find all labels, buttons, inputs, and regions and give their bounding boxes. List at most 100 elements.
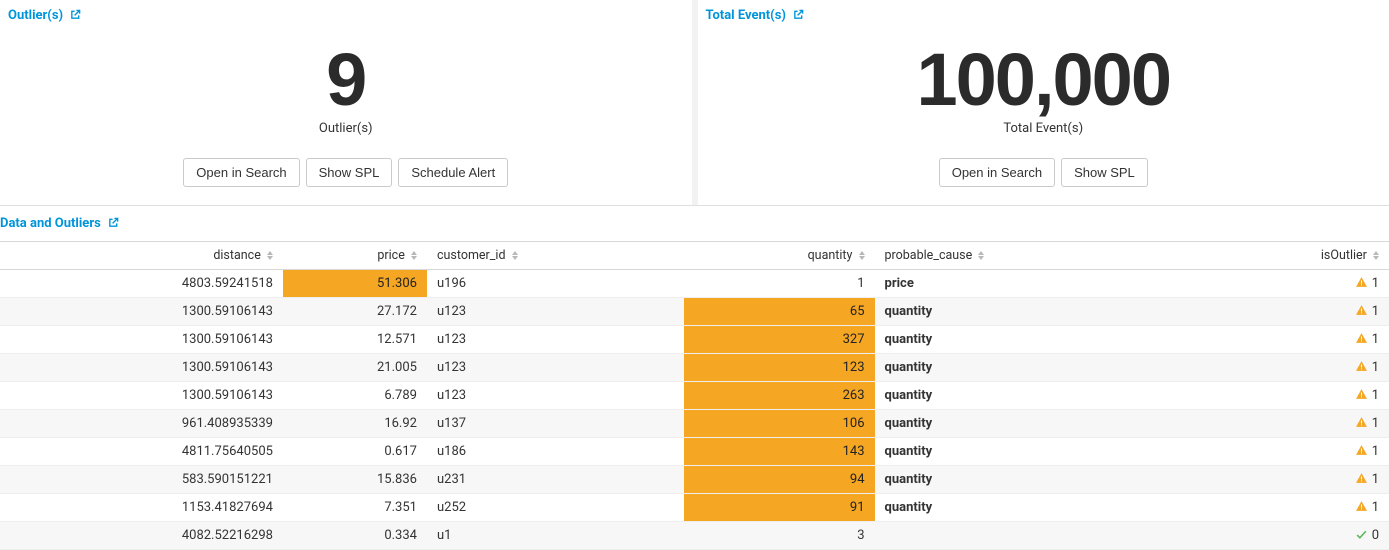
outliers-button-row: Open in Search Show SPL Schedule Alert (8, 158, 684, 187)
table-row[interactable]: 4803.5924151851.306u1961price1 (0, 270, 1389, 298)
outliers-single-value: 9 Outlier(s) Open in Search Show SPL Sch… (8, 43, 684, 187)
cell-distance: 1153.41827694 (0, 494, 283, 522)
cell-distance: 1300.59106143 (0, 326, 283, 354)
column-header-quantity[interactable]: quantity (684, 242, 874, 270)
table-row[interactable]: 961.40893533916.92u137106quantity1 (0, 410, 1389, 438)
external-link-icon[interactable] (70, 8, 81, 23)
events-button-row: Open in Search Show SPL (706, 158, 1382, 187)
cell-is-outlier: 1 (1183, 270, 1389, 298)
cell-price: 0.617 (283, 438, 427, 466)
cell-quantity: 143 (684, 438, 874, 466)
table-row[interactable]: 1153.418276947.351u25291quantity1 (0, 494, 1389, 522)
cell-is-outlier: 0 (1183, 522, 1389, 550)
column-header-probable-cause[interactable]: probable_cause (875, 242, 1184, 270)
cell-customer-id: u231 (427, 466, 684, 494)
cell-probable-cause: quantity (875, 298, 1184, 326)
warning-icon (1355, 444, 1372, 459)
events-panel-title[interactable]: Total Event(s) (706, 8, 1382, 23)
column-header-is-outlier[interactable]: isOutlier (1183, 242, 1389, 270)
events-title-text: Total Event(s) (706, 8, 786, 23)
show-spl-button[interactable]: Show SPL (1061, 158, 1148, 187)
cell-probable-cause: quantity (875, 326, 1184, 354)
sort-icon[interactable] (1373, 251, 1379, 260)
events-single-value: 100,000 Total Event(s) Open in Search Sh… (706, 43, 1382, 187)
cell-customer-id: u123 (427, 298, 684, 326)
summary-panels: Outlier(s) 9 Outlier(s) Open in Search S… (0, 0, 1389, 206)
cell-customer-id: u137 (427, 410, 684, 438)
outliers-caption: Outlier(s) (8, 121, 684, 136)
sort-icon[interactable] (411, 251, 417, 260)
cell-price: 0.334 (283, 522, 427, 550)
external-link-icon[interactable] (793, 8, 804, 23)
warning-icon (1355, 276, 1372, 291)
table-row[interactable]: 4811.756405050.617u186143quantity1 (0, 438, 1389, 466)
column-label: price (377, 248, 404, 263)
sort-icon[interactable] (859, 251, 865, 260)
cell-price: 15.836 (283, 466, 427, 494)
total-events-panel: Total Event(s) 100,000 Total Event(s) Op… (698, 0, 1389, 205)
warning-icon (1355, 416, 1372, 431)
open-in-search-button[interactable]: Open in Search (183, 158, 299, 187)
cell-probable-cause: quantity (875, 494, 1184, 522)
check-icon (1355, 528, 1372, 543)
sort-icon[interactable] (267, 251, 273, 260)
open-in-search-button[interactable]: Open in Search (939, 158, 1055, 187)
table-row[interactable]: 1300.5910614327.172u12365quantity1 (0, 298, 1389, 326)
outliers-count: 9 (8, 43, 684, 117)
events-count: 100,000 (706, 43, 1382, 117)
show-spl-button[interactable]: Show SPL (306, 158, 393, 187)
outliers-title-text: Outlier(s) (8, 8, 63, 23)
cell-is-outlier: 1 (1183, 466, 1389, 494)
table-row[interactable]: 583.59015122115.836u23194quantity1 (0, 466, 1389, 494)
sort-icon[interactable] (512, 251, 518, 260)
outliers-table: distance price customer_id quantity prob… (0, 241, 1389, 550)
cell-customer-id: u196 (427, 270, 684, 298)
outliers-panel-title[interactable]: Outlier(s) (8, 8, 684, 23)
warning-icon (1355, 360, 1372, 375)
cell-probable-cause: quantity (875, 354, 1184, 382)
column-header-price[interactable]: price (283, 242, 427, 270)
sort-icon[interactable] (978, 251, 984, 260)
table-row[interactable]: 4082.522162980.334u13 0 (0, 522, 1389, 550)
cell-distance: 4811.75640505 (0, 438, 283, 466)
table-row[interactable]: 1300.5910614321.005u123123quantity1 (0, 354, 1389, 382)
cell-probable-cause (875, 522, 1184, 550)
column-header-distance[interactable]: distance (0, 242, 283, 270)
cell-price: 7.351 (283, 494, 427, 522)
table-row[interactable]: 1300.591061436.789u123263quantity1 (0, 382, 1389, 410)
table-row[interactable]: 1300.5910614312.571u123327quantity1 (0, 326, 1389, 354)
cell-probable-cause: quantity (875, 410, 1184, 438)
cell-quantity: 106 (684, 410, 874, 438)
cell-quantity: 1 (684, 270, 874, 298)
cell-is-outlier: 1 (1183, 438, 1389, 466)
schedule-alert-button[interactable]: Schedule Alert (398, 158, 508, 187)
cell-is-outlier: 1 (1183, 494, 1389, 522)
cell-distance: 1300.59106143 (0, 354, 283, 382)
table-section-title[interactable]: Data and Outliers (0, 216, 119, 231)
cell-customer-id: u123 (427, 326, 684, 354)
table-header-row: distance price customer_id quantity prob… (0, 242, 1389, 270)
cell-distance: 583.590151221 (0, 466, 283, 494)
cell-price: 21.005 (283, 354, 427, 382)
cell-distance: 4082.52216298 (0, 522, 283, 550)
cell-distance: 961.408935339 (0, 410, 283, 438)
external-link-icon[interactable] (108, 216, 119, 231)
cell-is-outlier: 1 (1183, 298, 1389, 326)
table-body: 4803.5924151851.306u1961price11300.59106… (0, 270, 1389, 550)
outliers-panel: Outlier(s) 9 Outlier(s) Open in Search S… (0, 0, 698, 205)
cell-probable-cause: quantity (875, 438, 1184, 466)
warning-icon (1355, 332, 1372, 347)
cell-customer-id: u186 (427, 438, 684, 466)
cell-quantity: 3 (684, 522, 874, 550)
cell-customer-id: u1 (427, 522, 684, 550)
cell-quantity: 263 (684, 382, 874, 410)
cell-customer-id: u123 (427, 382, 684, 410)
warning-icon (1355, 500, 1372, 515)
cell-probable-cause: price (875, 270, 1184, 298)
cell-distance: 1300.59106143 (0, 298, 283, 326)
column-header-customer-id[interactable]: customer_id (427, 242, 684, 270)
cell-quantity: 91 (684, 494, 874, 522)
cell-price: 27.172 (283, 298, 427, 326)
cell-is-outlier: 1 (1183, 382, 1389, 410)
cell-price: 12.571 (283, 326, 427, 354)
